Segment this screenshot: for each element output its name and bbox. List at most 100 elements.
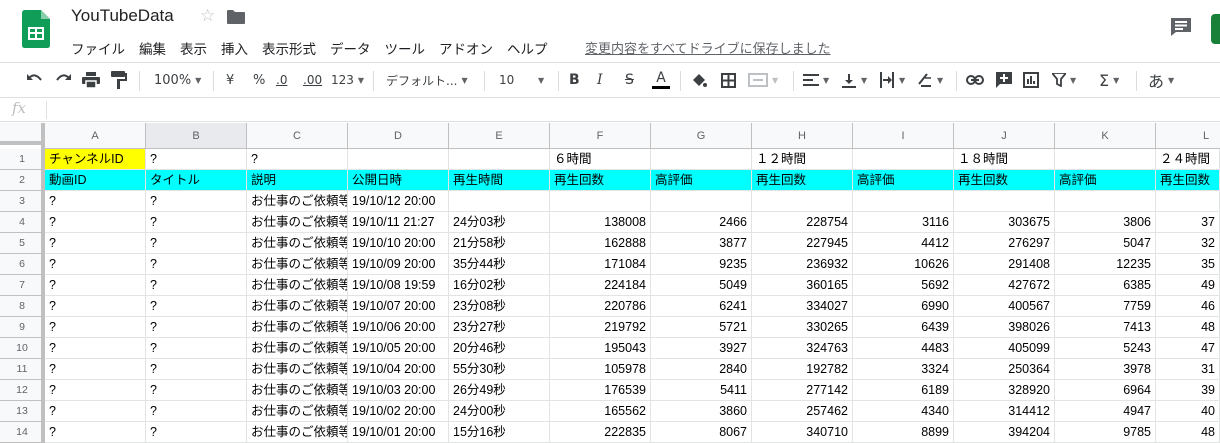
- cell-d13[interactable]: 19/10/02 20:00: [348, 401, 449, 422]
- cell-b1[interactable]: ?: [146, 149, 247, 170]
- cell-f10[interactable]: 195043: [550, 338, 651, 359]
- cell-i14[interactable]: 8899: [853, 422, 954, 443]
- cell-i7[interactable]: 5692: [853, 275, 954, 296]
- cell-j10[interactable]: 405099: [954, 338, 1055, 359]
- cell-d2[interactable]: 公開日時: [348, 170, 449, 191]
- row-header[interactable]: 8: [0, 296, 45, 317]
- cell-a13[interactable]: ?: [45, 401, 146, 422]
- cell-a14[interactable]: ?: [45, 422, 146, 443]
- cell-d6[interactable]: 19/10/09 20:00: [348, 254, 449, 275]
- horizontal-align-icon[interactable]: ▼: [803, 63, 829, 97]
- cell-d7[interactable]: 19/10/08 19:59: [348, 275, 449, 296]
- cell-c13[interactable]: お仕事のご依頼等: [247, 401, 348, 422]
- cell-e3[interactable]: [449, 191, 550, 212]
- menu-addons[interactable]: アドオン: [439, 38, 493, 58]
- cell-j4[interactable]: 303675: [954, 212, 1055, 233]
- column-header-i[interactable]: I: [853, 123, 954, 149]
- cell-c8[interactable]: お仕事のご依頼等: [247, 296, 348, 317]
- cell-l6[interactable]: 35: [1156, 254, 1220, 275]
- cell-c1[interactable]: ?: [247, 149, 348, 170]
- row-header[interactable]: 5: [0, 233, 45, 254]
- cell-k9[interactable]: 7413: [1055, 317, 1156, 338]
- cell-f2[interactable]: 再生回数: [550, 170, 651, 191]
- star-icon[interactable]: ☆: [200, 6, 215, 26]
- cell-f13[interactable]: 165562: [550, 401, 651, 422]
- cell-a4[interactable]: ?: [45, 212, 146, 233]
- cell-a6[interactable]: ?: [45, 254, 146, 275]
- menu-format[interactable]: 表示形式: [262, 38, 316, 58]
- cell-j9[interactable]: 398026: [954, 317, 1055, 338]
- share-button[interactable]: [1211, 14, 1220, 44]
- cell-l1[interactable]: ２４時間: [1156, 149, 1220, 170]
- cell-k5[interactable]: 5047: [1055, 233, 1156, 254]
- cell-h5[interactable]: 227945: [752, 233, 853, 254]
- cell-c5[interactable]: お仕事のご依頼等: [247, 233, 348, 254]
- document-title[interactable]: YouTubeData: [71, 6, 174, 26]
- vertical-align-icon[interactable]: ▼: [841, 63, 867, 97]
- cell-d8[interactable]: 19/10/07 20:00: [348, 296, 449, 317]
- cell-g3[interactable]: [651, 191, 752, 212]
- cell-f3[interactable]: [550, 191, 651, 212]
- cell-b2[interactable]: タイトル: [146, 170, 247, 191]
- cell-h10[interactable]: 324763: [752, 338, 853, 359]
- cell-i4[interactable]: 3116: [853, 212, 954, 233]
- cell-l14[interactable]: 48: [1156, 422, 1220, 443]
- cell-i13[interactable]: 4340: [853, 401, 954, 422]
- cell-e10[interactable]: 20分46秒: [449, 338, 550, 359]
- cell-e14[interactable]: 15分16秒: [449, 422, 550, 443]
- cell-b12[interactable]: ?: [146, 380, 247, 401]
- cell-l4[interactable]: 37: [1156, 212, 1220, 233]
- sheets-logo-icon[interactable]: [22, 10, 50, 48]
- cell-k14[interactable]: 9785: [1055, 422, 1156, 443]
- cell-l8[interactable]: 46: [1156, 296, 1220, 317]
- frozen-divider[interactable]: [41, 123, 45, 443]
- cell-e7[interactable]: 16分02秒: [449, 275, 550, 296]
- row-header[interactable]: 3: [0, 191, 45, 212]
- cell-b6[interactable]: ?: [146, 254, 247, 275]
- cell-b13[interactable]: ?: [146, 401, 247, 422]
- cell-d4[interactable]: 19/10/11 21:27: [348, 212, 449, 233]
- cell-d5[interactable]: 19/10/10 20:00: [348, 233, 449, 254]
- cell-b5[interactable]: ?: [146, 233, 247, 254]
- cell-g13[interactable]: 3860: [651, 401, 752, 422]
- cell-j2[interactable]: 再生回数: [954, 170, 1055, 191]
- cell-a7[interactable]: ?: [45, 275, 146, 296]
- cell-i6[interactable]: 10626: [853, 254, 954, 275]
- borders-icon[interactable]: [721, 63, 736, 97]
- cell-g8[interactable]: 6241: [651, 296, 752, 317]
- menu-tools[interactable]: ツール: [385, 38, 426, 58]
- cell-f4[interactable]: 138008: [550, 212, 651, 233]
- menu-help[interactable]: ヘルプ: [507, 38, 548, 58]
- menu-file[interactable]: ファイル: [71, 38, 125, 58]
- more-formats-button[interactable]: 123 ▼: [331, 63, 364, 97]
- cell-i12[interactable]: 6189: [853, 380, 954, 401]
- cell-f1[interactable]: ６時間: [550, 149, 651, 170]
- row-header[interactable]: 13: [0, 401, 45, 422]
- cell-k1[interactable]: [1055, 149, 1156, 170]
- cell-k4[interactable]: 3806: [1055, 212, 1156, 233]
- cell-j8[interactable]: 400567: [954, 296, 1055, 317]
- cell-g2[interactable]: 高評価: [651, 170, 752, 191]
- row-header[interactable]: 9: [0, 317, 45, 338]
- cell-i2[interactable]: 高評価: [853, 170, 954, 191]
- cell-j11[interactable]: 250364: [954, 359, 1055, 380]
- cell-d1[interactable]: [348, 149, 449, 170]
- cell-h7[interactable]: 360165: [752, 275, 853, 296]
- column-header-h[interactable]: H: [752, 123, 853, 149]
- menu-view[interactable]: 表示: [180, 38, 207, 58]
- cell-c12[interactable]: お仕事のご依頼等: [247, 380, 348, 401]
- link-icon[interactable]: [966, 63, 984, 97]
- cell-b9[interactable]: ?: [146, 317, 247, 338]
- cell-c9[interactable]: お仕事のご依頼等: [247, 317, 348, 338]
- cell-c11[interactable]: お仕事のご依頼等: [247, 359, 348, 380]
- cell-e5[interactable]: 21分58秒: [449, 233, 550, 254]
- cell-e11[interactable]: 55分30秒: [449, 359, 550, 380]
- merge-cells-icon[interactable]: ▼: [748, 63, 778, 97]
- cell-g4[interactable]: 2466: [651, 212, 752, 233]
- cell-h9[interactable]: 330265: [752, 317, 853, 338]
- cell-a2[interactable]: 動画ID: [45, 170, 146, 191]
- text-wrapping-icon[interactable]: ▼: [879, 63, 905, 97]
- cell-j1[interactable]: １８時間: [954, 149, 1055, 170]
- cell-b4[interactable]: ?: [146, 212, 247, 233]
- insert-comment-icon[interactable]: [996, 63, 1012, 97]
